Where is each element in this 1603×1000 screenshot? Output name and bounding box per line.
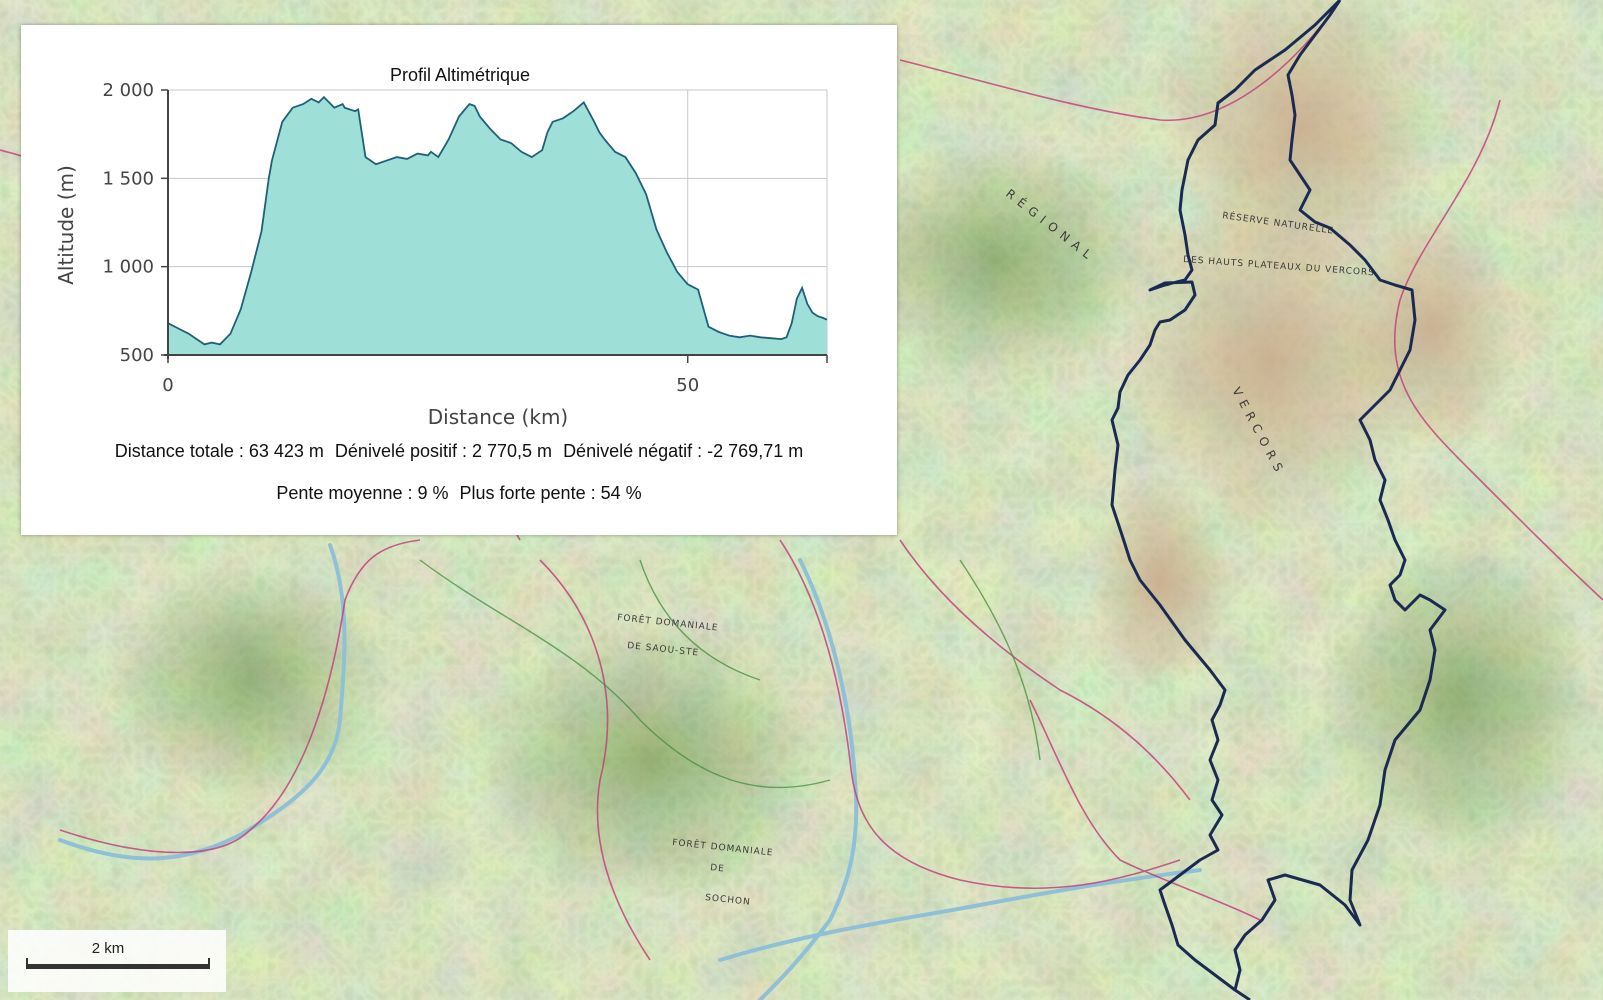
profile-stats-line-2: Pente moyenne : 9 % Plus forte pente : 5… <box>21 483 897 504</box>
stat-distance-total: Distance totale : 63 423 m <box>114 441 324 461</box>
forest-area-2 <box>470 620 830 900</box>
stat-plus-forte-pente: Plus forte pente : 54 % <box>459 483 642 503</box>
profile-stats-line-1: Distance totale : 63 423 m Dénivelé posi… <box>21 441 897 462</box>
forest-area-3 <box>110 560 390 800</box>
x-tick-label: 0 <box>162 375 173 396</box>
y-axis-label: Altitude (m) <box>54 165 78 285</box>
label-foret-2b: DE <box>710 863 726 874</box>
y-tick-label: 2 000 <box>102 80 154 101</box>
y-tick-label: 1 500 <box>102 168 154 189</box>
stat-denivele-negatif: Dénivelé négatif : -2 769,71 m <box>563 441 804 461</box>
elevation-profile-panel: Profil Altimétrique 500 1 000 1 500 2 000 0 5… <box>21 25 897 535</box>
scale-label: 2 km <box>91 940 125 957</box>
stat-denivele-positif: Dénivelé positif : 2 770,5 m <box>334 441 553 461</box>
forest-area-4 <box>1320 540 1600 860</box>
scale-bar <box>26 958 210 969</box>
x-axis-label: Distance (km) <box>428 405 568 429</box>
x-tick-label: 50 <box>676 375 699 396</box>
chart-title: Profil Altimétrique <box>390 65 530 85</box>
stat-pente-moyenne: Pente moyenne : 9 % <box>276 483 449 503</box>
map-scale: 2 km <box>8 930 226 992</box>
y-tick-label: 500 <box>120 345 154 366</box>
y-tick-label: 1 000 <box>102 257 154 278</box>
